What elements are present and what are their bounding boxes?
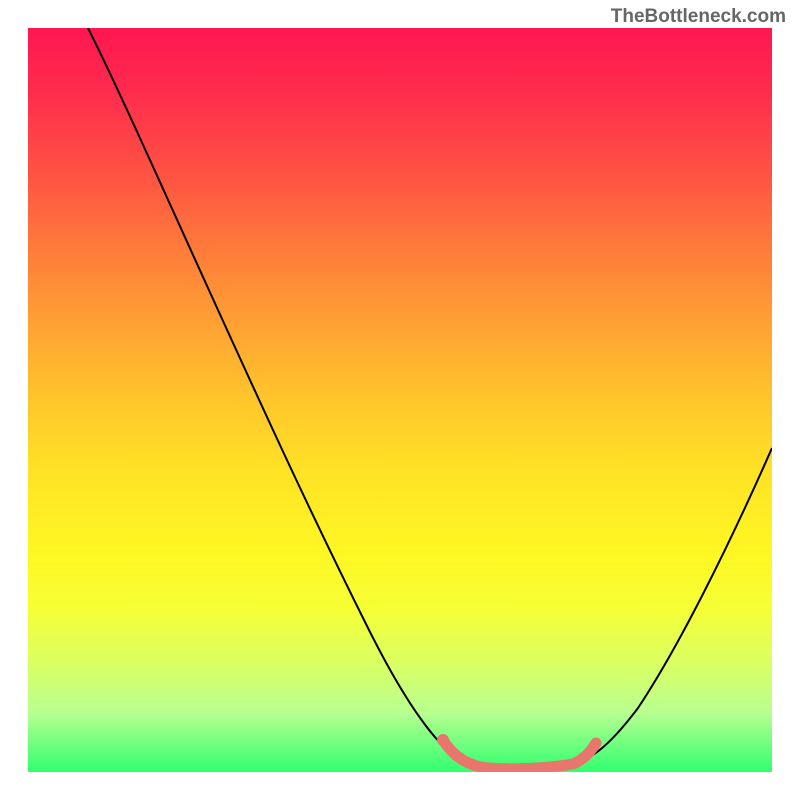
highlight-dot-start xyxy=(437,734,449,746)
optimal-highlight-line xyxy=(443,740,596,769)
watermark-text: TheBottleneck.com xyxy=(611,6,786,28)
bottleneck-curve-line xyxy=(88,28,772,767)
chart-svg xyxy=(28,28,772,772)
chart-container xyxy=(28,28,772,772)
